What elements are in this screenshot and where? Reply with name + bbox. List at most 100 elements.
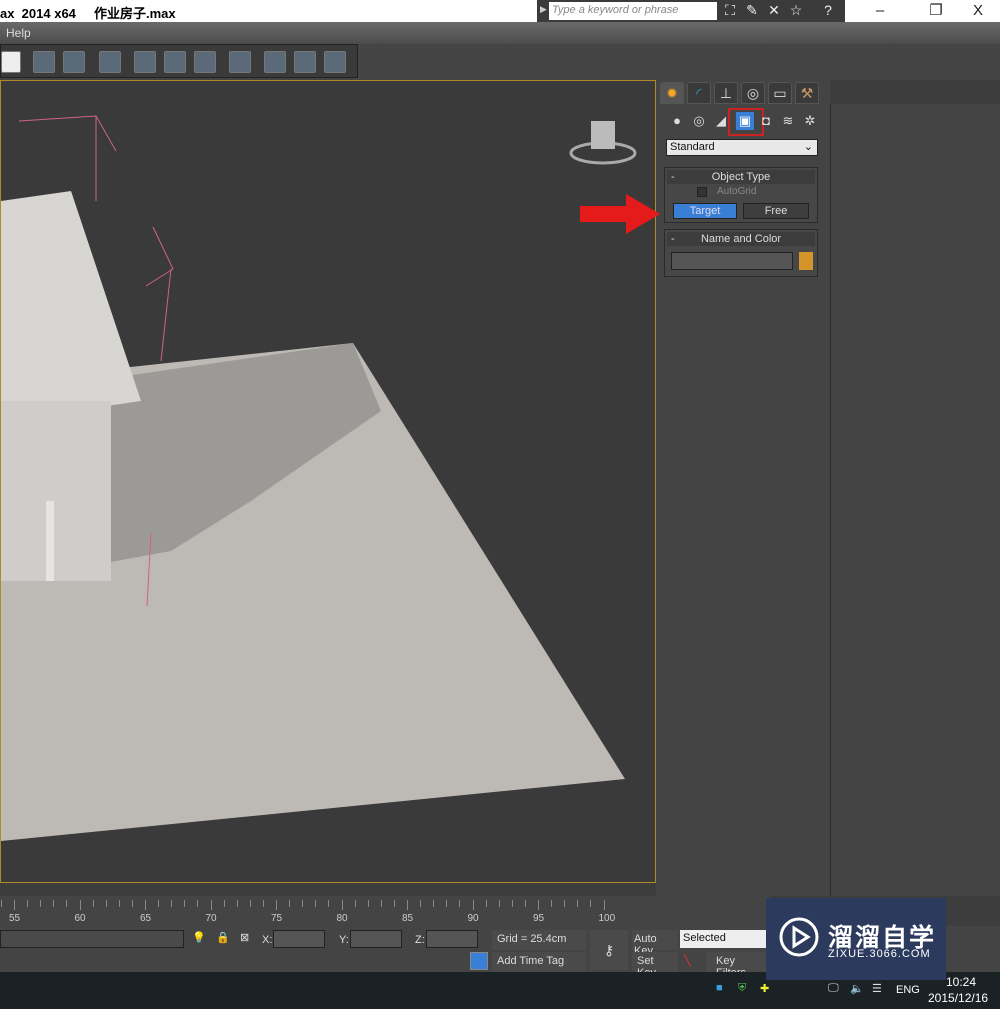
timeline-tick: [40, 900, 42, 907]
z-coordinate-input[interactable]: [426, 930, 478, 948]
color-swatch[interactable]: [799, 252, 813, 270]
align-icon[interactable]: [63, 51, 85, 73]
language-indicator[interactable]: ENG: [896, 984, 920, 996]
tab-display[interactable]: ▭: [768, 82, 792, 104]
tools-icon[interactable]: ✎: [743, 2, 761, 20]
timeline-tick: [524, 900, 526, 907]
rollout-header[interactable]: - Name and Color: [667, 232, 815, 246]
timeline-tick: [79, 900, 81, 910]
menu-help[interactable]: Help: [6, 26, 31, 40]
geometry-icon[interactable]: ●: [668, 112, 686, 130]
clock-date[interactable]: 2015/12/16: [928, 991, 988, 1005]
helpers-icon[interactable]: ◘: [757, 112, 775, 130]
object-name-input[interactable]: [671, 252, 793, 270]
absolute-mode-icon[interactable]: ⊠: [240, 931, 249, 944]
timeline-tick: [446, 900, 448, 907]
star-icon[interactable]: ☆: [787, 2, 805, 20]
name-and-color-rollout: - Name and Color: [664, 229, 818, 277]
timeline-tick: [433, 900, 435, 907]
systems-icon[interactable]: ✲: [801, 112, 819, 130]
key-pencil-icon: ╲: [684, 955, 691, 967]
main-toolbar: [0, 44, 1000, 80]
y-coordinate-input[interactable]: [350, 930, 402, 948]
prompt-line: [0, 930, 184, 948]
viewport-nav-controls[interactable]: [946, 926, 1000, 972]
timeline-tick: [498, 900, 500, 907]
rollout-title: Name and Color: [700, 233, 782, 245]
target-camera-button[interactable]: Target: [673, 203, 737, 219]
timeline-tick: [538, 900, 539, 910]
timeline-tick: [485, 900, 487, 907]
isolate-icon[interactable]: 💡: [192, 931, 206, 944]
shapes-icon[interactable]: ◎: [690, 112, 708, 130]
space-warps-icon[interactable]: ≋: [779, 112, 797, 130]
material-editor-icon[interactable]: [229, 51, 251, 73]
time-tag-icon[interactable]: [470, 952, 488, 970]
free-camera-button[interactable]: Free: [743, 203, 809, 219]
lock-icon[interactable]: 🔒: [216, 931, 230, 944]
binoculars-icon[interactable]: ⛶: [721, 2, 739, 20]
expand-arrow-icon[interactable]: ▶: [540, 4, 547, 15]
timeline-tick: [564, 900, 566, 907]
set-key-button[interactable]: Set Key: [632, 952, 678, 979]
key-filters-button[interactable]: Key Filters...: [706, 952, 770, 979]
autogrid-checkbox[interactable]: [697, 187, 707, 197]
clock-time[interactable]: 10:24: [946, 975, 976, 989]
help-icon[interactable]: ?: [819, 2, 837, 20]
timeline-tick: [197, 900, 199, 907]
collapse-icon[interactable]: -: [671, 232, 675, 246]
key-set-selection-dropdown[interactable]: Selected: [680, 930, 770, 948]
x-coordinate-input[interactable]: [273, 930, 325, 948]
scene-render: [1, 115, 637, 841]
selection-filter-dropdown[interactable]: [1, 51, 21, 73]
tray-plus-icon[interactable]: ✚: [760, 982, 769, 995]
scene-explorer-icon[interactable]: [134, 51, 156, 73]
timeline-tick: [341, 900, 343, 910]
rollout-header[interactable]: - Object Type: [667, 170, 815, 184]
rendered-frame-icon[interactable]: [294, 51, 316, 73]
tab-hierarchy[interactable]: ⊥: [714, 82, 738, 104]
timeline-tick: [407, 900, 408, 910]
volume-icon[interactable]: 🔈: [850, 982, 864, 995]
layer-manager-icon[interactable]: [99, 51, 121, 73]
tab-motion[interactable]: ◎: [741, 82, 765, 104]
shield-icon[interactable]: ⛨: [738, 982, 746, 995]
notification-icon[interactable]: ☰: [872, 982, 882, 995]
close-button[interactable]: X: [958, 0, 998, 22]
autogrid-label: AutoGrid: [717, 186, 757, 197]
roof: [1, 191, 141, 421]
tray-app-icon[interactable]: ■: [716, 982, 723, 994]
restore-button[interactable]: ❐: [916, 0, 956, 22]
timeline-tick: [236, 900, 238, 907]
category-dropdown[interactable]: Standard ⌄: [666, 139, 818, 156]
mirror-icon[interactable]: [33, 51, 55, 73]
tab-create[interactable]: ✹: [660, 82, 684, 104]
minimize-button[interactable]: –: [860, 0, 900, 22]
render-icon[interactable]: [324, 51, 346, 73]
auto-key-button[interactable]: Auto Key: [632, 930, 678, 957]
tab-modify[interactable]: ◜: [687, 82, 711, 104]
timeline-tick: [262, 900, 264, 907]
watermark-url: ZIXUE.3066.COM: [828, 948, 931, 960]
perspective-viewport[interactable]: [0, 80, 656, 883]
x-label: X:: [262, 934, 273, 946]
collapse-icon[interactable]: -: [671, 170, 675, 184]
cameras-icon[interactable]: ▣: [736, 112, 754, 130]
timeline-tick: [289, 900, 291, 907]
timeline-tick: [210, 900, 212, 910]
rollout-title: Object Type: [711, 171, 771, 183]
network-icon[interactable]: 🖵: [828, 982, 839, 995]
timeline-tick-label: 95: [533, 913, 545, 924]
set-key-mode-key-icon[interactable]: ⚷: [590, 930, 628, 970]
time-slider-ruler[interactable]: 55 60 65 70 75 80 85 90 95 100: [0, 896, 770, 926]
exchange-icon[interactable]: ✕: [765, 2, 783, 20]
search-input[interactable]: Type a keyword or phrase: [549, 2, 717, 20]
add-time-tag-button[interactable]: Add Time Tag: [492, 952, 586, 972]
object-type-rollout: - Object Type AutoGrid Target Free: [664, 167, 818, 223]
render-setup-icon[interactable]: [264, 51, 286, 73]
timeline-tick: [472, 900, 474, 910]
timeline-tick: [590, 900, 592, 907]
schematic-view-icon[interactable]: [194, 51, 216, 73]
curve-editor-icon[interactable]: [164, 51, 186, 73]
tab-utilities[interactable]: ⚒: [795, 82, 819, 104]
